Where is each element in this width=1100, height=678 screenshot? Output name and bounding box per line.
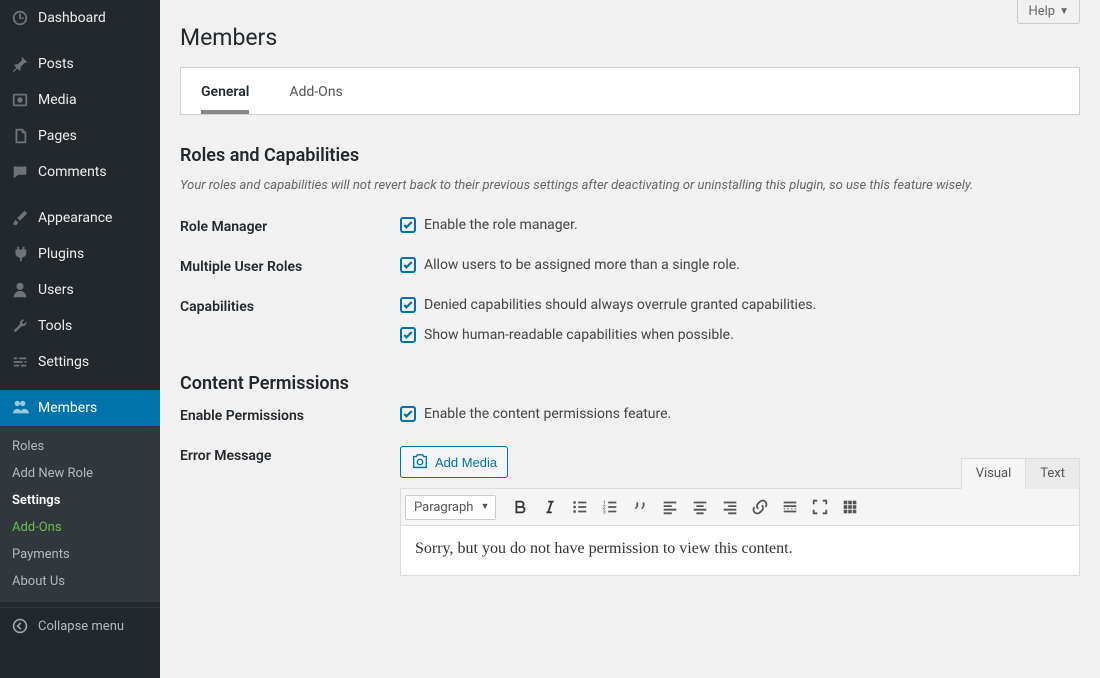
sidebar-item-plugins[interactable]: Plugins: [0, 236, 160, 272]
tab-addons[interactable]: Add-Ons: [269, 68, 362, 114]
pin-icon: [10, 54, 30, 74]
sidebar-item-label: Users: [38, 282, 74, 298]
error-message-label: Error Message: [180, 446, 400, 464]
capabilities-label: Capabilities: [180, 297, 400, 315]
link-button[interactable]: [746, 493, 774, 521]
format-select[interactable]: Paragraph: [405, 495, 496, 520]
submenu-settings[interactable]: Settings: [0, 487, 160, 514]
editor-tab-text[interactable]: Text: [1025, 458, 1080, 489]
align-center-button[interactable]: [686, 493, 714, 521]
page-title: Members: [180, 24, 1080, 51]
submenu-add-new-role[interactable]: Add New Role: [0, 460, 160, 487]
align-left-button[interactable]: [656, 493, 684, 521]
chevron-down-icon: ▼: [1059, 6, 1069, 17]
editor-toolbar: Paragraph 123: [400, 488, 1080, 526]
user-icon: [10, 280, 30, 300]
sidebar-item-label: Dashboard: [38, 10, 106, 26]
multi-roles-cb-label: Allow users to be assigned more than a s…: [424, 257, 740, 273]
media-icon: [411, 453, 429, 471]
sidebar-item-posts[interactable]: Posts: [0, 46, 160, 82]
collapse-icon: [10, 616, 30, 636]
sliders-icon: [10, 352, 30, 372]
align-right-button[interactable]: [716, 493, 744, 521]
denied-caps-cb-label: Denied capabilities should always overru…: [424, 297, 816, 313]
comments-icon: [10, 162, 30, 182]
italic-button[interactable]: [536, 493, 564, 521]
human-readable-checkbox[interactable]: [400, 327, 416, 343]
sidebar-item-members[interactable]: Members: [0, 390, 160, 426]
sidebar-item-appearance[interactable]: Appearance: [0, 200, 160, 236]
sidebar-item-label: Posts: [38, 56, 74, 72]
sidebar-item-settings[interactable]: Settings: [0, 344, 160, 380]
wrench-icon: [10, 316, 30, 336]
multi-roles-label: Multiple User Roles: [180, 257, 400, 275]
admin-sidebar: Dashboard Posts Media Pages Comments App…: [0, 0, 160, 678]
number-list-button[interactable]: 123: [596, 493, 624, 521]
sidebar-item-label: Tools: [38, 318, 72, 334]
collapse-menu-button[interactable]: Collapse menu: [0, 607, 160, 644]
sidebar-item-label: Pages: [38, 128, 77, 144]
quote-button[interactable]: [626, 493, 654, 521]
dashboard-icon: [10, 8, 30, 28]
submenu-roles[interactable]: Roles: [0, 433, 160, 460]
role-manager-label: Role Manager: [180, 217, 400, 235]
toolbar-toggle-button[interactable]: [836, 493, 864, 521]
bold-button[interactable]: [506, 493, 534, 521]
sidebar-submenu: Roles Add New Role Settings Add-Ons Paym…: [0, 426, 160, 602]
sidebar-item-comments[interactable]: Comments: [0, 154, 160, 190]
sidebar-item-dashboard[interactable]: Dashboard: [0, 0, 160, 36]
members-icon: [10, 398, 30, 418]
insert-more-button[interactable]: [776, 493, 804, 521]
submenu-addons[interactable]: Add-Ons: [0, 514, 160, 541]
collapse-label: Collapse menu: [38, 619, 124, 634]
brush-icon: [10, 208, 30, 228]
tab-bar: General Add-Ons: [180, 67, 1080, 115]
svg-text:3: 3: [603, 509, 606, 515]
section-heading-content: Content Permissions: [180, 373, 1080, 394]
media-icon: [10, 90, 30, 110]
pages-icon: [10, 126, 30, 146]
sidebar-item-users[interactable]: Users: [0, 272, 160, 308]
human-readable-cb-label: Show human-readable capabilities when po…: [424, 327, 734, 343]
tab-general[interactable]: General: [181, 68, 269, 114]
sidebar-item-pages[interactable]: Pages: [0, 118, 160, 154]
editor-content[interactable]: Sorry, but you do not have permission to…: [400, 526, 1080, 576]
add-media-button[interactable]: Add Media: [400, 446, 508, 478]
sidebar-item-tools[interactable]: Tools: [0, 308, 160, 344]
enable-permissions-label: Enable Permissions: [180, 406, 400, 424]
enable-permissions-checkbox[interactable]: [400, 406, 416, 422]
bullet-list-button[interactable]: [566, 493, 594, 521]
submenu-about[interactable]: About Us: [0, 568, 160, 595]
sidebar-item-label: Settings: [38, 354, 89, 370]
plug-icon: [10, 244, 30, 264]
submenu-payments[interactable]: Payments: [0, 541, 160, 568]
sidebar-item-label: Comments: [38, 164, 107, 180]
sidebar-item-label: Media: [38, 92, 77, 108]
add-media-label: Add Media: [435, 455, 497, 470]
section-heading-roles: Roles and Capabilities: [180, 145, 1080, 166]
sidebar-item-label: Members: [38, 400, 97, 416]
section-note: Your roles and capabilities will not rev…: [180, 178, 1080, 193]
denied-caps-checkbox[interactable]: [400, 297, 416, 313]
sidebar-item-label: Appearance: [38, 210, 112, 226]
editor-tabs: Visual Text: [961, 458, 1080, 489]
multi-roles-checkbox[interactable]: [400, 257, 416, 273]
role-manager-cb-label: Enable the role manager.: [424, 217, 578, 233]
main-content: Help ▼ Members General Add-Ons Roles and…: [160, 0, 1100, 678]
fullscreen-button[interactable]: [806, 493, 834, 521]
editor-tab-visual[interactable]: Visual: [961, 458, 1027, 489]
help-label: Help: [1028, 4, 1055, 19]
sidebar-item-media[interactable]: Media: [0, 82, 160, 118]
help-button[interactable]: Help ▼: [1017, 0, 1080, 24]
sidebar-item-label: Plugins: [38, 246, 84, 262]
enable-permissions-cb-label: Enable the content permissions feature.: [424, 406, 671, 422]
role-manager-checkbox[interactable]: [400, 217, 416, 233]
